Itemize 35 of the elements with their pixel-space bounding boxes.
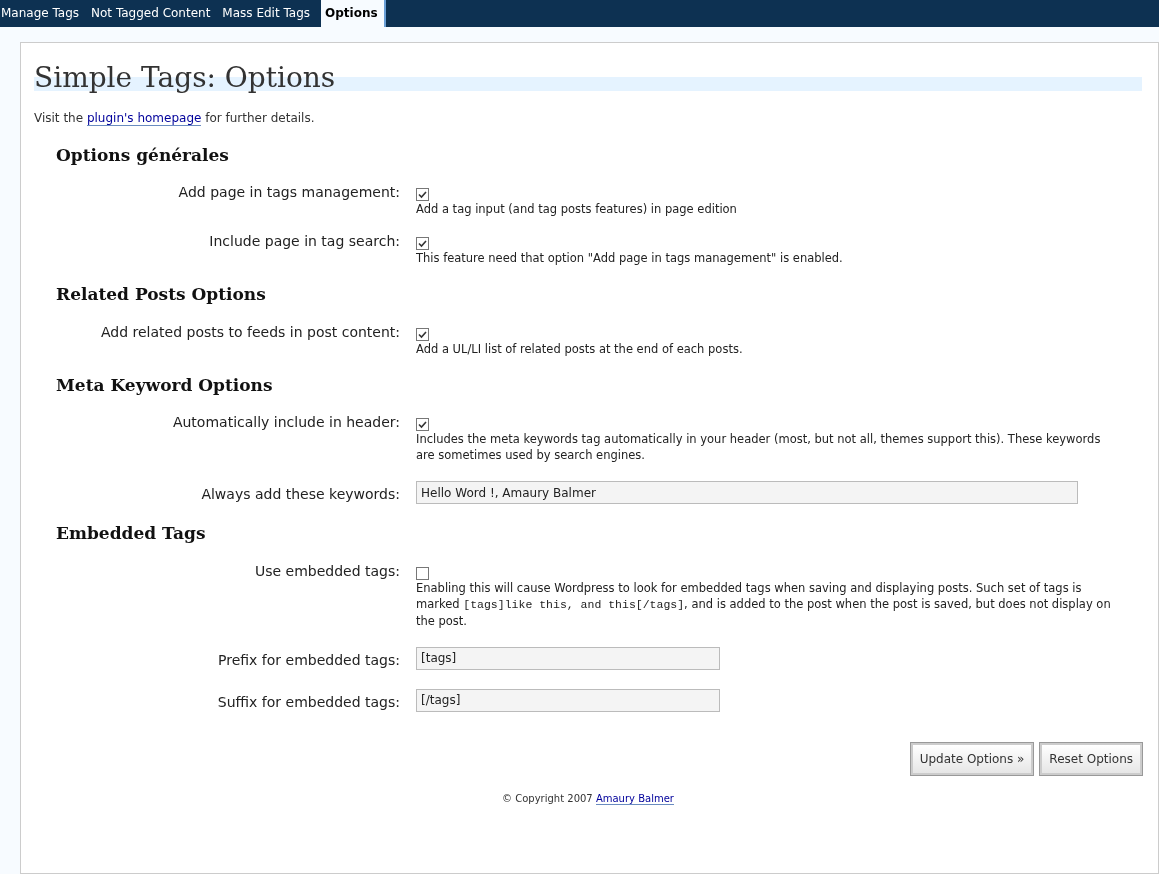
- option-description: Add a tag input (and tag posts features) in page edition: [416, 201, 738, 218]
- option-description: Add a UL/LI list of related posts at the end of each posts.: [416, 340, 744, 357]
- text-field[interactable]: [tags]: [416, 646, 720, 670]
- option-description: Enabling this will cause Wordpress to look for embedded tags when saving and displaying posts. Such set of tags is marked [tags]like this, and this[/tags], and is added to the post when the post is saved, but does not display on the post.: [416, 579, 1112, 629]
- section-heading: Options générales: [56, 143, 230, 167]
- tab[interactable]: Mass Edit Tags: [221, 0, 316, 27]
- option-label: Suffix for embedded tags:: [216, 692, 401, 712]
- option-label: Prefix for embedded tags:: [217, 650, 401, 670]
- text-field[interactable]: [/tags]: [416, 688, 720, 712]
- section-heading: Meta Keyword Options: [56, 373, 274, 397]
- option-label: Use embedded tags:: [253, 561, 401, 581]
- tab[interactable]: Options: [321, 0, 386, 27]
- homepage-link[interactable]: plugin's homepage: [86, 110, 202, 126]
- checkbox[interactable]: [416, 327, 429, 341]
- section-heading: Related Posts Options: [56, 283, 267, 307]
- tab[interactable]: Manage Tags: [0, 0, 86, 27]
- section-heading: Embedded Tags: [56, 522, 207, 546]
- option-label: Always add these keywords:: [200, 485, 401, 505]
- checkbox[interactable]: [416, 418, 429, 432]
- copyright-text: © Copyright 2007 Amaury Balmer: [501, 791, 675, 806]
- checkbox[interactable]: [416, 188, 429, 202]
- text-field[interactable]: Hello Word !, Amaury Balmer: [416, 481, 1078, 505]
- checkbox[interactable]: [416, 566, 429, 580]
- option-label: Add page in tags management:: [177, 183, 401, 203]
- form-button[interactable]: Update Options »: [910, 742, 1034, 775]
- checkbox[interactable]: [416, 237, 429, 251]
- option-label: Include page in tag search:: [208, 232, 401, 252]
- intro-text: Visit the plugin's homepage for further details.: [34, 109, 316, 127]
- option-label: Automatically include in header:: [171, 413, 401, 433]
- tab[interactable]: Not Tagged Content: [90, 0, 217, 27]
- option-description: This feature need that option "Add page in tags management" is enabled.: [416, 250, 844, 267]
- form-button[interactable]: Reset Options: [1040, 742, 1142, 775]
- option-label: Add related posts to feeds in post content:: [100, 322, 401, 342]
- option-description: Includes the meta keywords tag automatically in your header (most, but not all, themes support this). These keywords are sometimes used by search engines.: [416, 431, 1102, 464]
- author-link[interactable]: Amaury Balmer: [595, 792, 674, 805]
